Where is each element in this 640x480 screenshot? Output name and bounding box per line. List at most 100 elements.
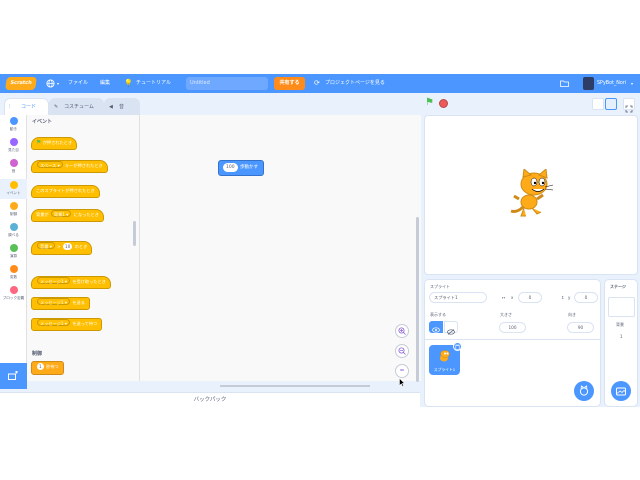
- dropdown-value: 音量: [40, 244, 49, 249]
- block-text: を受け取ったとき: [72, 279, 106, 284]
- small-stage-button[interactable]: [592, 98, 604, 110]
- stop-icon[interactable]: [439, 99, 448, 108]
- stage-target-panel: ステージ 背景 1: [604, 279, 638, 407]
- fullscreen-button[interactable]: [623, 98, 635, 113]
- block-text: 背景が: [36, 212, 49, 217]
- tab-costumes-label: コスチューム: [64, 104, 94, 110]
- script-vertical-scrollbar[interactable]: [416, 217, 419, 382]
- block-broadcast-and-wait[interactable]: メッセージ1 ▾ を送って待つ: [31, 318, 103, 331]
- show-visible-button[interactable]: [429, 321, 443, 333]
- show-hidden-button[interactable]: [444, 321, 458, 335]
- block-text: が押されたとき: [42, 140, 73, 145]
- menu-edit[interactable]: 編集: [100, 74, 110, 93]
- key-dropdown[interactable]: スペース ▾: [37, 161, 63, 168]
- block-when-sprite-clicked[interactable]: このスプライトが押されたとき: [31, 185, 100, 198]
- dropdown-value: メッセージ1: [40, 321, 64, 326]
- stage-thumbnail[interactable]: [608, 297, 635, 317]
- category-dot: [9, 202, 18, 210]
- backdrop-dropdown[interactable]: 背景1 ▾: [50, 210, 72, 217]
- wait-input[interactable]: 1: [37, 363, 44, 370]
- chevron-down-icon[interactable]: ▾: [57, 74, 59, 93]
- dropdown-value: 背景1: [53, 212, 65, 217]
- choose-sprite-button[interactable]: [574, 381, 594, 401]
- share-button[interactable]: 共有する: [274, 77, 305, 90]
- message-dropdown[interactable]: メッセージ1 ▾: [37, 277, 70, 284]
- block-broadcast[interactable]: メッセージ1 ▾ を送る: [31, 297, 90, 310]
- script-area[interactable]: 100 歩動かす =: [140, 115, 421, 387]
- y-label: y: [568, 295, 571, 300]
- loudness-dropdown[interactable]: 音量 ▾: [37, 242, 55, 249]
- backdrops-label: 背景: [616, 322, 624, 327]
- green-flag-icon[interactable]: ⚑: [425, 97, 434, 108]
- x-input[interactable]: 0: [518, 292, 542, 303]
- message-dropdown[interactable]: メッセージ1 ▾: [37, 298, 70, 305]
- size-input[interactable]: 100: [499, 322, 526, 333]
- loudness-input[interactable]: 10: [63, 243, 73, 250]
- block-text: のとき: [74, 244, 88, 249]
- category-sound[interactable]: 音: [0, 159, 27, 174]
- category-events[interactable]: イベント: [0, 179, 27, 199]
- category-control[interactable]: 制御: [0, 202, 27, 217]
- block-when-backdrop-switches[interactable]: 背景が 背景1 ▾ になったとき: [31, 209, 104, 222]
- menu-tutorials[interactable]: チュートリアル: [136, 74, 171, 93]
- see-project-page-button[interactable]: プロジェクトページを見る: [325, 74, 385, 93]
- block-when-flag-clicked[interactable]: ⚑ が押されたとき: [31, 137, 78, 150]
- category-looks[interactable]: 見た目: [0, 138, 27, 153]
- tab-sounds[interactable]: ◀︎ 音: [104, 98, 140, 115]
- script-horizontal-scrollbar[interactable]: [220, 385, 370, 387]
- globe-icon[interactable]: [46, 74, 55, 93]
- block-text: を送って待つ: [72, 321, 98, 326]
- normal-stage-button[interactable]: [605, 98, 617, 110]
- block-when-key-pressed[interactable]: スペース ▾ キーが押されたとき: [31, 160, 108, 173]
- sprite-name-input[interactable]: スプライト1: [429, 292, 487, 303]
- project-title-input[interactable]: Untitled: [186, 77, 268, 90]
- chevron-down-icon[interactable]: ▾: [631, 74, 633, 93]
- category-dot: [9, 138, 18, 146]
- sprite-thumbnail[interactable]: スプライト1: [429, 342, 462, 375]
- direction-input[interactable]: 90: [567, 322, 594, 333]
- palette-scrollbar[interactable]: [133, 221, 136, 246]
- zoom-in-icon: [398, 327, 406, 335]
- y-input[interactable]: 0: [574, 292, 598, 303]
- zoom-in-button[interactable]: [395, 324, 409, 338]
- category-my-blocks[interactable]: ブロック定義: [0, 286, 27, 301]
- choose-backdrop-button[interactable]: [611, 381, 631, 401]
- scratch-logo[interactable]: Scratch: [5, 77, 37, 90]
- direction-label: 向き: [568, 312, 576, 317]
- delete-sprite-button[interactable]: [453, 342, 462, 351]
- username[interactable]: SPyBot_Nori: [597, 74, 626, 93]
- block-wait[interactable]: 1 秒待つ: [31, 361, 64, 375]
- tab-costumes[interactable]: ✎ コスチューム: [49, 98, 104, 115]
- block-move-steps[interactable]: 100 歩動かす: [218, 160, 265, 176]
- y-icon: ↕: [561, 295, 565, 300]
- category-dot: [9, 181, 18, 189]
- folder-icon[interactable]: [560, 74, 569, 93]
- category-motion[interactable]: 動き: [0, 117, 27, 132]
- scratch-cat-sprite[interactable]: [507, 169, 555, 219]
- zoom-reset-button[interactable]: =: [395, 364, 409, 378]
- backdrops-count: 1: [620, 334, 623, 339]
- block-when-receive[interactable]: メッセージ1 ▾ を受け取ったとき: [31, 276, 111, 289]
- stage-canvas[interactable]: [424, 115, 638, 275]
- category-dot: [9, 286, 18, 294]
- category-sensing[interactable]: 調べる: [0, 223, 27, 238]
- category-label: 見た目: [8, 148, 19, 152]
- menu-file[interactable]: ファイル: [68, 74, 88, 93]
- block-when-loudness[interactable]: 音量 ▾ > 10 のとき: [31, 241, 93, 255]
- category-operators[interactable]: 演算: [0, 244, 27, 259]
- category-label: ブロック定義: [2, 296, 25, 300]
- add-extension-button[interactable]: [0, 363, 27, 389]
- block-text: になったとき: [73, 212, 99, 217]
- palette-heading-control: 制御: [32, 351, 43, 357]
- steps-input[interactable]: 100: [223, 163, 238, 172]
- sprite-properties: スプライト スプライト1 ↔ x 0 ↕ y 0 表示する 大きさ 100 向き…: [425, 280, 600, 340]
- lightbulb-icon[interactable]: 💡: [124, 74, 133, 93]
- zoom-out-button[interactable]: [395, 344, 409, 358]
- message-dropdown[interactable]: メッセージ1 ▾: [37, 319, 70, 326]
- avatar[interactable]: [583, 77, 594, 90]
- eye-icon: [432, 327, 440, 333]
- category-variables[interactable]: 変数: [0, 265, 27, 280]
- tab-code[interactable]: ⁝ コード: [4, 98, 49, 115]
- backpack-bar[interactable]: バックパック: [0, 392, 420, 407]
- see-project-page-icon[interactable]: ⟳: [314, 74, 320, 93]
